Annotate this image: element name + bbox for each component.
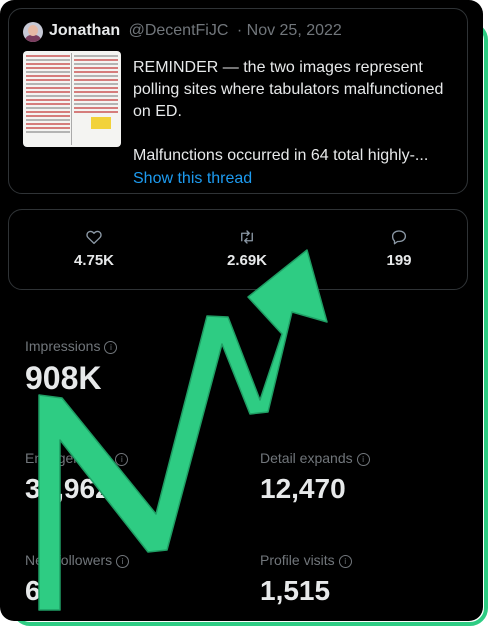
info-icon[interactable]: i bbox=[115, 453, 129, 466]
heart-icon bbox=[86, 230, 102, 245]
engagements-value: 30,962 bbox=[25, 473, 111, 504]
reply-icon bbox=[391, 230, 407, 245]
tweet-text-paragraph-2: Malfunctions occurred in 64 total highly… bbox=[133, 147, 429, 164]
info-icon[interactable]: i bbox=[338, 555, 352, 568]
author-handle[interactable]: @DecentFiJC bbox=[129, 22, 229, 39]
document-highlight bbox=[91, 117, 111, 129]
tweet-text: REMINDER — the two images represent poll… bbox=[133, 57, 463, 167]
show-thread-link[interactable]: Show this thread bbox=[133, 170, 252, 188]
document-column-left bbox=[26, 55, 70, 143]
info-icon[interactable]: i bbox=[356, 453, 370, 466]
new-followers-metric: New followers i 60 bbox=[25, 552, 130, 607]
detail-expands-metric: Detail expands i 12,470 bbox=[260, 450, 370, 505]
likes-count: 4.75K bbox=[73, 252, 115, 269]
avatar[interactable] bbox=[23, 22, 43, 42]
avatar-shirt bbox=[25, 35, 41, 42]
impressions-value: 908K bbox=[25, 360, 102, 396]
new-followers-label: New followers bbox=[25, 552, 113, 568]
tweet-header: Jonathan @DecentFiJC · Nov 25, 2022 bbox=[49, 22, 342, 40]
impressions-metric: Impressions i 908K bbox=[25, 338, 118, 397]
tweet-analytics-panel: Jonathan @DecentFiJC · Nov 25, 2022 REMI… bbox=[0, 0, 483, 621]
avatar-face bbox=[28, 25, 38, 36]
engagement-stats-card: 4.75K 2.69K 199 bbox=[8, 209, 468, 290]
author-name[interactable]: Jonathan bbox=[49, 22, 120, 39]
document-column-right bbox=[74, 55, 118, 143]
detail-expands-label: Detail expands bbox=[260, 450, 353, 466]
profile-visits-label: Profile visits bbox=[260, 552, 335, 568]
tweet-image-thumbnail[interactable] bbox=[23, 51, 121, 147]
profile-visits-metric: Profile visits i 1,515 bbox=[260, 552, 352, 607]
retweets-stat[interactable]: 2.69K bbox=[207, 228, 287, 269]
analytics-screenshot: Jonathan @DecentFiJC · Nov 25, 2022 REMI… bbox=[0, 0, 500, 632]
engagements-metric: Engagements i 30,962 bbox=[25, 450, 129, 505]
info-icon[interactable]: i bbox=[104, 341, 118, 354]
replies-count: 199 bbox=[386, 252, 412, 269]
profile-visits-value: 1,515 bbox=[260, 575, 331, 606]
document-divider bbox=[71, 53, 72, 145]
tweet-date[interactable]: · Nov 25, 2022 bbox=[237, 22, 342, 39]
impressions-label: Impressions bbox=[25, 338, 101, 354]
info-icon[interactable]: i bbox=[116, 555, 130, 568]
likes-stat[interactable]: 4.75K bbox=[54, 228, 134, 269]
engagements-label: Engagements bbox=[25, 450, 112, 466]
quoted-tweet-card[interactable]: Jonathan @DecentFiJC · Nov 25, 2022 REMI… bbox=[8, 8, 468, 194]
tweet-text-paragraph-1: REMINDER — the two images represent poll… bbox=[133, 59, 444, 120]
retweet-icon bbox=[241, 230, 253, 244]
replies-stat[interactable]: 199 bbox=[359, 228, 439, 269]
retweets-count: 2.69K bbox=[226, 252, 268, 269]
detail-expands-value: 12,470 bbox=[260, 473, 346, 504]
new-followers-value: 60 bbox=[25, 575, 57, 606]
